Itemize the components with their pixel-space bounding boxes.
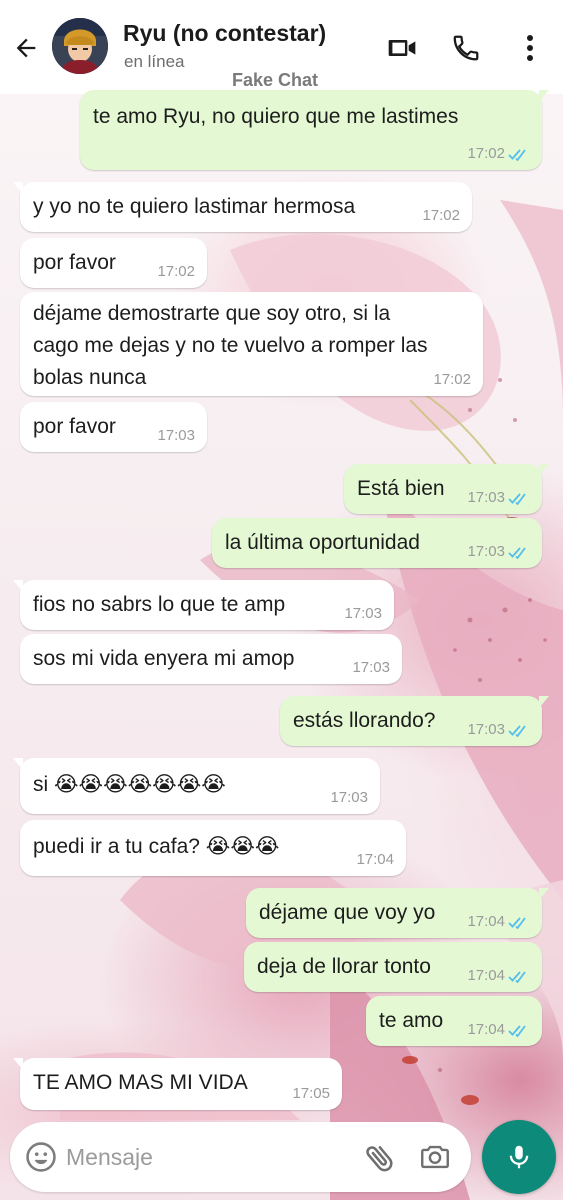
message-bubble-incoming[interactable]: por favor 17:03 xyxy=(20,402,207,452)
emoji-icon xyxy=(26,1142,56,1172)
message-meta: 17:03 xyxy=(467,489,530,507)
message-meta: 17:03 xyxy=(330,789,368,807)
camera-icon xyxy=(421,1145,449,1169)
message-time: 17:05 xyxy=(292,1085,330,1102)
message-text: si 😭😭😭😭😭😭😭 xyxy=(33,773,226,796)
voice-call-button[interactable] xyxy=(446,28,486,68)
back-button[interactable] xyxy=(6,30,46,66)
message-text: déjame demostrarte que soy otro, si la c… xyxy=(33,298,428,394)
message-meta: 17:04 xyxy=(467,967,530,985)
camera-button[interactable] xyxy=(418,1140,454,1176)
fake-chat-watermark: Fake Chat xyxy=(232,70,319,90)
message-meta: 17:02 xyxy=(422,207,460,225)
message-time: 17:04 xyxy=(467,913,505,930)
read-ticks-icon xyxy=(508,917,526,929)
message-time: 17:02 xyxy=(433,371,471,388)
message-bubble-incoming[interactable]: fios no sabrs lo que te amp 17:03 xyxy=(13,580,394,630)
avatar-image xyxy=(52,18,108,74)
message-bubble-incoming[interactable]: si 😭😭😭😭😭😭😭 17:03 xyxy=(13,758,380,814)
mic-icon xyxy=(509,1145,529,1169)
message-line: bolas nunca xyxy=(33,366,147,389)
message-meta: 17:03 xyxy=(467,721,530,739)
message-time: 17:02 xyxy=(157,263,195,280)
message-bubble-incoming[interactable]: TE AMO MAS MI VIDA 17:05 xyxy=(13,1058,342,1110)
more-options-button[interactable] xyxy=(510,28,550,68)
contact-avatar[interactable] xyxy=(52,18,108,74)
phone-icon xyxy=(453,35,479,61)
back-arrow-icon xyxy=(16,38,36,58)
message-time: 17:02 xyxy=(422,207,460,224)
message-line: cago me dejas y no te vuelvo a romper la… xyxy=(33,334,428,357)
message-composer xyxy=(10,1122,471,1192)
message-text: y yo no te quiero lastimar hermosa xyxy=(33,195,356,218)
message-time: 17:04 xyxy=(467,1021,505,1038)
video-call-icon xyxy=(388,40,416,56)
message-time: 17:02 xyxy=(467,145,505,162)
message-bubble-outgoing[interactable]: te amo Ryu, no quiero que me lastimes 17… xyxy=(80,90,549,170)
message-input[interactable] xyxy=(66,1140,346,1174)
message-time: 17:03 xyxy=(344,605,382,622)
message-text: déjame que voy yo xyxy=(259,901,436,924)
message-bubble-outgoing[interactable]: déjame que voy yo 17:04 xyxy=(246,888,549,938)
attach-icon xyxy=(366,1146,393,1172)
message-bubble-outgoing[interactable]: estás llorando? 17:03 xyxy=(280,696,549,746)
message-bubble-incoming[interactable]: puedi ir a tu cafa? 😭😭😭 17:04 xyxy=(20,820,406,876)
message-bubble-incoming[interactable]: y yo no te quiero lastimar hermosa 17:02 xyxy=(13,182,472,232)
message-meta: 17:05 xyxy=(292,1085,330,1103)
message-time: 17:04 xyxy=(467,967,505,984)
message-line: déjame demostrarte que soy otro, si la xyxy=(33,302,391,325)
message-time: 17:04 xyxy=(356,851,394,868)
read-ticks-icon xyxy=(508,725,526,737)
message-meta: 17:04 xyxy=(467,913,530,931)
message-bubble-outgoing[interactable]: la última oportunidad 17:03 xyxy=(212,518,542,568)
message-bubble-outgoing[interactable]: deja de llorar tonto 17:04 xyxy=(244,942,542,992)
message-bubble-incoming[interactable]: por favor 17:02 xyxy=(20,238,207,288)
message-text: fios no sabrs lo que te amp xyxy=(33,593,286,616)
message-bubble-incoming[interactable]: sos mi vida enyera mi amop 17:03 xyxy=(20,634,402,684)
chat-header: Ryu (no contestar) en línea Fake Chat xyxy=(0,0,563,94)
message-meta: 17:03 xyxy=(344,605,382,623)
message-meta: 17:03 xyxy=(467,543,530,561)
message-meta: 17:02 xyxy=(433,371,471,389)
more-options-icon xyxy=(527,35,533,61)
message-bubble-incoming[interactable]: déjame demostrarte que soy otro, si la c… xyxy=(20,292,483,396)
message-text: por favor xyxy=(33,415,116,438)
message-time: 17:03 xyxy=(352,659,390,676)
message-text: deja de llorar tonto xyxy=(257,955,431,978)
message-text: puedi ir a tu cafa? 😭😭😭 xyxy=(33,835,280,858)
message-text: Está bien xyxy=(357,477,445,500)
video-call-button[interactable] xyxy=(382,28,422,68)
message-text: por favor xyxy=(33,251,116,274)
read-ticks-icon xyxy=(508,971,526,983)
message-text: te amo xyxy=(379,1009,444,1032)
message-text: la última oportunidad xyxy=(225,531,420,554)
message-text: sos mi vida enyera mi amop xyxy=(33,647,295,670)
read-ticks-icon xyxy=(508,547,526,559)
emoji-button[interactable] xyxy=(24,1140,58,1174)
message-bubble-outgoing[interactable]: Está bien 17:03 xyxy=(344,464,549,514)
message-meta: 17:03 xyxy=(157,427,195,445)
message-time: 17:03 xyxy=(467,721,505,738)
message-meta: 17:03 xyxy=(352,659,390,677)
voice-message-button[interactable] xyxy=(482,1120,556,1194)
message-text: te amo Ryu, no quiero que me lastimes xyxy=(93,105,459,128)
message-time: 17:03 xyxy=(330,789,368,806)
message-meta: 17:04 xyxy=(467,1021,530,1039)
message-meta: 17:02 xyxy=(157,263,195,281)
message-meta: 17:04 xyxy=(356,851,394,869)
contact-name[interactable]: Ryu (no contestar) xyxy=(123,20,326,47)
message-bubble-outgoing[interactable]: te amo 17:04 xyxy=(366,996,542,1046)
read-ticks-icon xyxy=(508,493,526,505)
attach-button[interactable] xyxy=(362,1140,398,1176)
message-time: 17:03 xyxy=(467,489,505,506)
message-time: 17:03 xyxy=(157,427,195,444)
message-text: estás llorando? xyxy=(293,709,436,732)
message-time: 17:03 xyxy=(467,543,505,560)
message-meta: 17:02 xyxy=(467,145,530,163)
read-ticks-icon xyxy=(508,149,526,161)
contact-status: en línea xyxy=(124,52,185,71)
message-text: TE AMO MAS MI VIDA xyxy=(33,1071,248,1094)
read-ticks-icon xyxy=(508,1025,526,1037)
